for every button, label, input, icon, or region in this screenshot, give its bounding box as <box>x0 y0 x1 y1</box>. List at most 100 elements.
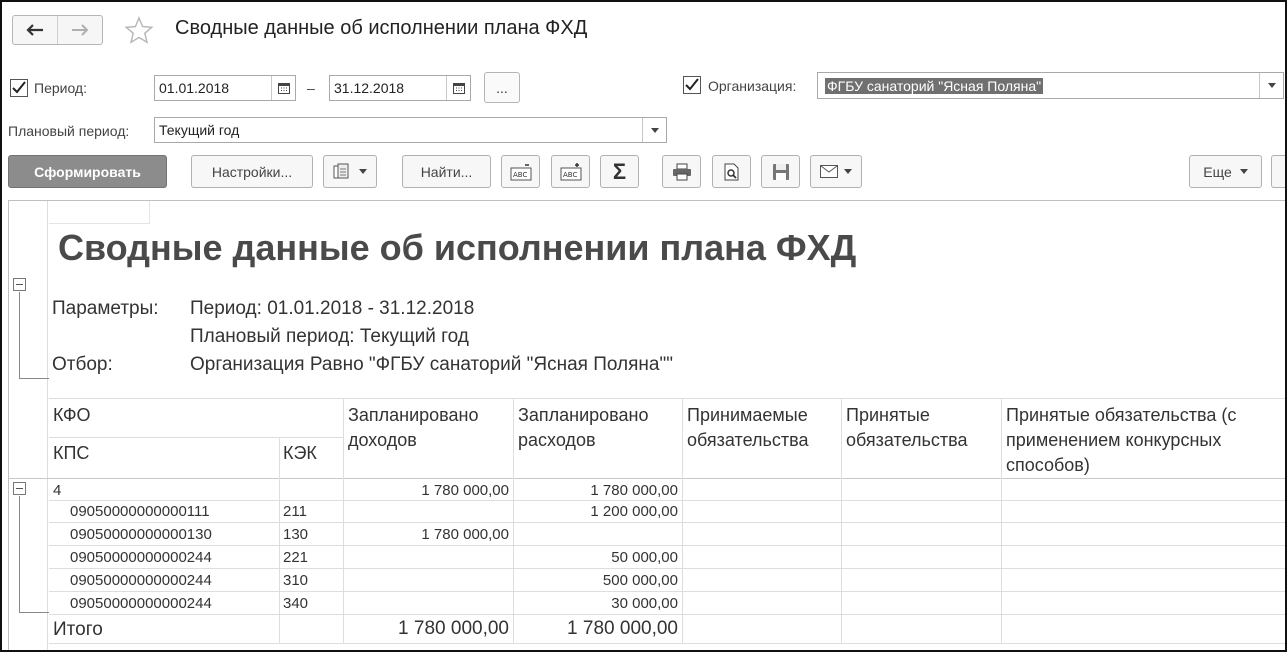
header-group-line <box>19 292 20 378</box>
kfo-group-line-end <box>19 612 49 613</box>
save-disk-icon <box>772 163 789 180</box>
send-email-button[interactable] <box>810 155 862 188</box>
parameters-plan-period: Плановый период: Текущий год <box>190 326 469 347</box>
header-group-line-end <box>19 378 49 379</box>
header-kfo: КФО <box>53 405 91 425</box>
plan-period-label: Плановый период: <box>8 123 130 139</box>
row-kek: 310 <box>283 572 309 589</box>
plan-period-field[interactable]: Текущий год <box>154 117 667 143</box>
row-expenses: 1 200 000,00 <box>590 503 678 520</box>
report-window: Сводные данные об исполнении плана ФХД П… <box>0 0 1287 652</box>
calendar-button[interactable] <box>446 76 470 100</box>
grid-line <box>841 398 842 643</box>
row-kek: 221 <box>283 549 309 566</box>
expand-groups-button[interactable]: ABC <box>551 155 590 188</box>
print-button[interactable] <box>662 155 701 188</box>
expand-groups-icon: ABC <box>560 162 581 180</box>
more-button[interactable]: Еще <box>1189 155 1262 188</box>
calendar-button[interactable] <box>271 76 295 100</box>
kfo-group-line <box>19 496 20 612</box>
arrow-left-icon <box>26 24 43 36</box>
row-expenses: 500 000,00 <box>602 572 678 589</box>
report-heading: Сводные данные об исполнении плана ФХД <box>58 227 857 268</box>
header-planned-income: Запланировано доходов <box>348 405 479 451</box>
back-button[interactable] <box>13 16 57 44</box>
header-kek: КЭК <box>283 443 317 463</box>
organization-field[interactable]: ФГБУ санаторий "Ясная Поляна" <box>817 72 1284 99</box>
row-kps: 09050000000000244 <box>70 572 212 589</box>
organization-label: Организация: <box>708 78 797 94</box>
parameters-period: Период: 01.01.2018 - 31.12.2018 <box>190 298 475 319</box>
plan-period-dropdown-button[interactable] <box>642 118 666 142</box>
date-to-value: 31.12.2018 <box>334 80 405 96</box>
printer-icon <box>672 163 691 180</box>
collapse-groups-button[interactable]: ABC <box>501 155 540 188</box>
parameters-label: Параметры: <box>52 298 159 319</box>
svg-text:ABC: ABC <box>513 171 527 179</box>
chevron-down-icon <box>1239 169 1248 174</box>
preview-button[interactable] <box>712 155 751 188</box>
window-title: Сводные данные об исполнении плана ФХД <box>175 17 588 39</box>
total-expenses: 1 780 000,00 <box>567 618 678 639</box>
row-kps: 09050000000000244 <box>70 595 212 612</box>
organization-value: ФГБУ санаторий "Ясная Поляна" <box>825 77 1044 94</box>
report-spreadsheet[interactable]: Сводные данные об исполнении плана ФХД П… <box>8 200 1285 650</box>
organization-dropdown-button[interactable] <box>1259 73 1283 98</box>
spreadsheet-corner-cell <box>49 201 150 224</box>
header-accepted-obligations: Принятые обязательства <box>846 405 968 451</box>
date-to-field[interactable]: 31.12.2018 <box>329 75 471 101</box>
grid-line <box>343 398 344 643</box>
grid-line <box>682 398 683 643</box>
collapse-groups-icon: ABC <box>510 163 531 180</box>
grid-line <box>49 643 1285 644</box>
calendar-icon <box>277 83 290 94</box>
grid-line <box>1001 398 1002 643</box>
header-accepting-obligations: Принимаемые обязательства <box>687 405 809 451</box>
filter-label: Отбор: <box>52 354 113 375</box>
period-checkbox[interactable] <box>10 79 28 97</box>
grid-line <box>49 522 1285 523</box>
envelope-icon <box>820 165 838 178</box>
row-kek: 340 <box>283 595 309 612</box>
row-expenses: 50 000,00 <box>611 549 678 566</box>
help-button[interactable] <box>1271 155 1285 188</box>
row-kps: 09050000000000244 <box>70 549 212 566</box>
grid-line <box>49 500 1285 501</box>
save-button[interactable] <box>761 155 800 188</box>
report-variant-icon <box>333 163 349 178</box>
collapse-header-group-toggle[interactable] <box>13 278 26 291</box>
chevron-down-icon <box>1267 83 1276 88</box>
print-preview-icon <box>724 163 738 180</box>
collapse-kfo-group-toggle[interactable] <box>13 482 26 495</box>
calendar-icon <box>452 83 465 94</box>
organization-checkbox[interactable] <box>683 76 701 94</box>
settings-button[interactable]: Настройки... <box>191 155 313 188</box>
grid-line <box>49 591 1285 592</box>
period-label: Период: <box>34 80 87 96</box>
grid-line <box>49 614 1285 615</box>
select-period-button[interactable]: ... <box>484 72 520 103</box>
nav-group <box>12 15 103 45</box>
variants-button[interactable] <box>323 155 377 188</box>
more-label: Еще <box>1203 163 1232 180</box>
filter-value: Организация Равно "ФГБУ санаторий "Ясная… <box>190 354 673 375</box>
date-from-value: 01.01.2018 <box>159 80 230 96</box>
sum-button[interactable]: Σ <box>600 155 639 188</box>
forward-button[interactable] <box>57 16 102 44</box>
grouping-gutter <box>9 201 48 650</box>
group-income: 1 780 000,00 <box>421 482 509 499</box>
row-kps: 09050000000000130 <box>70 526 212 543</box>
header-accepted-competitive: Принятые обязательства (с применением ко… <box>1006 405 1237 476</box>
plan-period-value: Текущий год <box>159 122 240 138</box>
row-kek: 211 <box>283 503 307 520</box>
favorite-star-icon[interactable] <box>124 16 154 46</box>
find-button[interactable]: Найти... <box>402 155 491 188</box>
date-from-field[interactable]: 01.01.2018 <box>154 75 296 101</box>
row-kek: 130 <box>283 526 309 543</box>
grid-line <box>49 568 1285 569</box>
grid-line <box>49 545 1285 546</box>
grid-line <box>49 398 1285 399</box>
generate-button[interactable]: Сформировать <box>8 155 167 188</box>
row-income: 1 780 000,00 <box>421 526 509 543</box>
period-dash: – <box>307 80 315 96</box>
